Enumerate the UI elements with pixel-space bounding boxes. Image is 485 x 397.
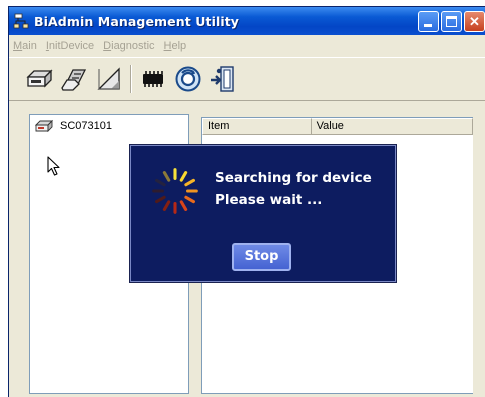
maximize-button[interactable] [441, 11, 462, 32]
minimize-icon [424, 24, 432, 27]
minimize-button[interactable] [418, 11, 439, 32]
toolbar-device-button[interactable] [23, 63, 55, 95]
menu-initdevice[interactable]: InitDevice [46, 40, 94, 52]
maximize-icon [446, 16, 457, 27]
refresh-circle-icon [175, 66, 201, 92]
title-bar[interactable]: BiAdmin Management Utility ✕ [9, 7, 485, 35]
tree-network-icon [13, 13, 30, 30]
ruler-triangle-icon [97, 67, 120, 90]
stop-button[interactable]: Stop [232, 243, 291, 271]
mouse-pointer-icon [47, 156, 60, 176]
tree-item-device[interactable]: SC073101 [34, 119, 112, 133]
close-button[interactable]: ✕ [464, 11, 485, 32]
device-drive-icon [26, 69, 53, 88]
close-icon: ✕ [469, 14, 480, 29]
exit-door-icon [211, 66, 234, 92]
app-window: BiAdmin Management Utility ✕ Main InitDe… [8, 6, 485, 397]
tree-item-label: SC073101 [60, 120, 112, 132]
toolbar [9, 57, 485, 101]
loading-spinner-icon [152, 168, 198, 214]
grid-header: Item Value [202, 118, 473, 135]
device-drive-icon [34, 119, 54, 133]
toolbar-handheld-button[interactable] [58, 63, 90, 95]
menu-bar: Main InitDevice Diagnostic Help [9, 37, 186, 55]
menu-main[interactable]: Main [13, 40, 37, 52]
column-header-item[interactable]: Item [202, 118, 312, 135]
dialog-message-line2: Please wait ... [215, 192, 323, 208]
hand-device-icon [61, 69, 87, 91]
toolbar-ruler-button[interactable] [93, 63, 125, 95]
chip-icon [143, 71, 163, 87]
dialog-message-line1: Searching for device [215, 170, 372, 186]
toolbar-refresh-button[interactable] [172, 63, 204, 95]
window-title: BiAdmin Management Utility [34, 13, 240, 29]
searching-dialog: Searching for device Please wait ... Sto… [130, 145, 396, 282]
toolbar-chip-button[interactable] [137, 63, 169, 95]
menu-help[interactable]: Help [164, 40, 187, 52]
toolbar-separator [130, 65, 132, 93]
menu-diagnostic[interactable]: Diagnostic [103, 40, 154, 52]
column-header-value[interactable]: Value [311, 118, 473, 135]
toolbar-exit-button[interactable] [207, 63, 239, 95]
